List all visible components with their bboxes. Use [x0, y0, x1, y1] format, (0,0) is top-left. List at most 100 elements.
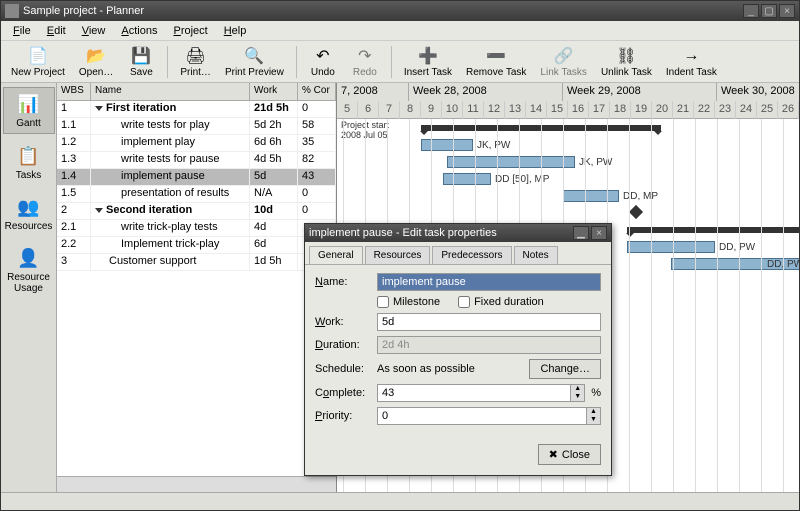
table-row[interactable]: 2.1write trick-play tests4d: [57, 220, 336, 237]
col-name[interactable]: Name: [91, 83, 250, 100]
menu-file[interactable]: File: [5, 23, 39, 39]
day-label: 9: [421, 101, 442, 119]
titlebar: Sample project - Planner _ ▢ ×: [1, 1, 799, 21]
redo-button[interactable]: ↷Redo: [345, 44, 385, 80]
spin-up-icon[interactable]: ▲: [586, 408, 600, 416]
tab-general[interactable]: General: [309, 246, 363, 264]
col-complete[interactable]: % Cor: [298, 83, 336, 100]
name-input[interactable]: [377, 273, 601, 291]
maximize-button[interactable]: ▢: [761, 4, 777, 18]
dialog-shade-button[interactable]: ▁: [573, 226, 589, 240]
col-work[interactable]: Work: [250, 83, 298, 100]
cell-complete: 43: [298, 169, 336, 185]
dialog-close-button[interactable]: ×: [591, 226, 607, 240]
day-label: 22: [694, 101, 715, 119]
new-project-button[interactable]: 📄New Project: [5, 44, 71, 80]
sidebar-item-usage[interactable]: 👤Resource Usage: [3, 242, 55, 298]
table-row[interactable]: 2Second iteration10d0: [57, 203, 336, 220]
day-label: 7: [379, 101, 400, 119]
print-button[interactable]: 🖨Print…: [174, 44, 217, 80]
day-label: 24: [736, 101, 757, 119]
col-wbs[interactable]: WBS: [57, 83, 91, 100]
milestone-checkbox[interactable]: Milestone: [377, 296, 440, 308]
unlink-task-button[interactable]: ⛓Unlink Task: [595, 44, 658, 80]
cell-complete: 0: [298, 101, 336, 117]
change-schedule-button[interactable]: Change…: [529, 359, 601, 379]
open-button[interactable]: 📂Open…: [73, 44, 119, 80]
close-button[interactable]: ×: [779, 4, 795, 18]
table-hscroll[interactable]: [57, 476, 336, 492]
day-label: 5: [337, 101, 358, 119]
link-tasks-button[interactable]: 🔗Link Tasks: [534, 44, 593, 80]
cell-wbs: 1.5: [57, 186, 91, 202]
percent-label: %: [591, 387, 601, 399]
priority-spinner[interactable]: ▲▼: [377, 407, 601, 425]
task-bar[interactable]: [627, 241, 715, 253]
cell-wbs: 2.2: [57, 237, 91, 253]
insert-task-button[interactable]: ➕Insert Task: [398, 44, 458, 80]
table-body: 1First iteration21d 5h01.1write tests fo…: [57, 101, 336, 476]
sidebar-item-gantt[interactable]: 📊Gantt: [3, 87, 55, 134]
spin-up-icon[interactable]: ▲: [570, 385, 584, 393]
indent-icon: →: [681, 46, 701, 66]
usage-icon: 👤: [15, 246, 43, 270]
tab-notes[interactable]: Notes: [514, 246, 558, 264]
table-row[interactable]: 1.3write tests for pause4d 5h82: [57, 152, 336, 169]
dialog-body: Name: Milestone Fixed duration Work: Dur…: [305, 265, 611, 438]
day-label: 14: [526, 101, 547, 119]
task-bar[interactable]: [421, 139, 473, 151]
table-row[interactable]: 3Customer support1d 5h: [57, 254, 336, 271]
menu-edit[interactable]: Edit: [39, 23, 74, 39]
day-label: 26: [778, 101, 799, 119]
cell-name: write trick-play tests: [91, 220, 250, 236]
spin-down-icon[interactable]: ▼: [586, 416, 600, 424]
day-label: 12: [484, 101, 505, 119]
menu-actions[interactable]: Actions: [113, 23, 165, 39]
sidebar-item-tasks[interactable]: 📋Tasks: [3, 140, 55, 185]
statusbar: [1, 492, 799, 510]
table-row[interactable]: 1.4implement pause5d43: [57, 169, 336, 186]
tab-resources[interactable]: Resources: [365, 246, 431, 264]
tab-predecessors[interactable]: Predecessors: [432, 246, 511, 264]
sidebar: 📊Gantt 📋Tasks 👥Resources 👤Resource Usage: [1, 83, 57, 492]
task-bar[interactable]: [443, 173, 491, 185]
dialog-titlebar: implement pause - Edit task properties ▁…: [305, 224, 611, 242]
day-label: 15: [547, 101, 568, 119]
duration-input: [377, 336, 601, 354]
minimize-button[interactable]: _: [743, 4, 759, 18]
menu-view[interactable]: View: [74, 23, 114, 39]
week-label: Week 28, 2008: [409, 83, 563, 101]
print-preview-button[interactable]: 🔍Print Preview: [219, 44, 290, 80]
work-input[interactable]: [377, 313, 601, 331]
milestone[interactable]: [629, 205, 643, 219]
cell-name: write tests for play: [91, 118, 250, 134]
close-dialog-button[interactable]: ✖Close: [538, 444, 601, 465]
table-row[interactable]: 1First iteration21d 5h0: [57, 101, 336, 118]
table-row[interactable]: 2.2Implement trick-play6d: [57, 237, 336, 254]
save-icon: 💾: [131, 46, 151, 66]
table-row[interactable]: 1.2implement play6d 6h35: [57, 135, 336, 152]
summary-bar[interactable]: [627, 227, 799, 233]
table-row[interactable]: 1.1write tests for play5d 2h58: [57, 118, 336, 135]
indent-task-button[interactable]: →Indent Task: [660, 44, 723, 80]
cell-name: write tests for pause: [91, 152, 250, 168]
remove-icon: ➖: [486, 46, 506, 66]
edit-task-dialog: implement pause - Edit task properties ▁…: [304, 223, 612, 476]
undo-button[interactable]: ↶Undo: [303, 44, 343, 80]
menu-project[interactable]: Project: [165, 23, 215, 39]
cell-complete: 82: [298, 152, 336, 168]
task-bar[interactable]: [563, 190, 619, 202]
task-bar[interactable]: [447, 156, 575, 168]
cell-wbs: 1.2: [57, 135, 91, 151]
save-button[interactable]: 💾Save: [121, 44, 161, 80]
menu-help[interactable]: Help: [216, 23, 255, 39]
sidebar-item-resources[interactable]: 👥Resources: [3, 191, 55, 236]
cell-wbs: 3: [57, 254, 91, 270]
name-label: Name:: [315, 276, 371, 288]
cell-complete: 58: [298, 118, 336, 134]
complete-spinner[interactable]: ▲▼: [377, 384, 585, 402]
table-row[interactable]: 1.5presentation of resultsN/A0: [57, 186, 336, 203]
spin-down-icon[interactable]: ▼: [570, 393, 584, 401]
fixed-duration-checkbox[interactable]: Fixed duration: [458, 296, 544, 308]
remove-task-button[interactable]: ➖Remove Task: [460, 44, 532, 80]
